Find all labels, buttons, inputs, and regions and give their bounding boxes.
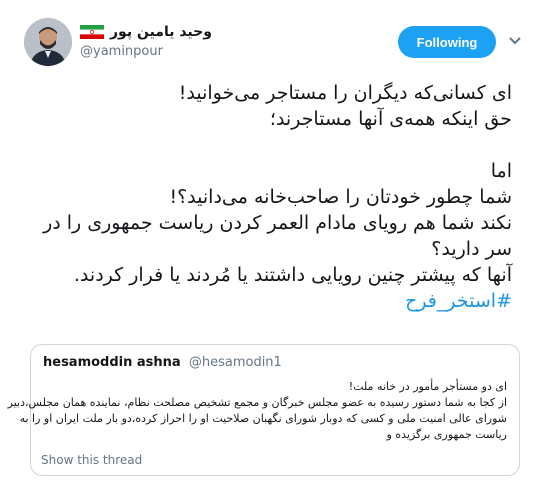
author-name-line: وحید یامین پور (80, 22, 212, 42)
tweet-text: ای کسانی‌که دیگران را مستاجر می‌خوانید! … (22, 80, 512, 314)
chevron-down-icon[interactable] (508, 36, 522, 46)
tweet-line: آنها که پیشتر چنین رویایی داشتند یا مُرد… (73, 264, 512, 286)
quoted-line: از کجا به شما دستور رسیده به عضو مجلس خب… (7, 396, 507, 409)
quoted-tweet-card[interactable]: hesamoddin ashna @hesamodin1 ای دو مستأج… (7, 344, 520, 476)
quoted-tweet-text: ای دو مستأجر مأمور در خانه ملت! از کجا ب… (7, 379, 507, 443)
tweet-line: شما چطور خودتان را صاحب‌خانه می‌دانید؟! (169, 186, 512, 208)
quoted-tweet-header: hesamoddin ashna @hesamodin1 (43, 355, 282, 370)
iran-flag-icon (80, 25, 104, 39)
author-handle[interactable]: @yaminpour (80, 44, 163, 59)
following-button[interactable]: Following (398, 26, 496, 58)
tweet-line: نکند شما هم رویای مادام العمر کردن ریاست… (43, 212, 512, 234)
quoted-line: ای دو مستأجر مأمور در خانه ملت! (348, 380, 507, 393)
tweet-header: وحید یامین پور @yaminpour Following (0, 0, 550, 80)
tweet-line: سر دارید؟ (431, 238, 512, 260)
quoted-line: شورای عالی امنیت ملی و کسی که دوبار شورا… (19, 412, 507, 425)
quoted-line: ریاست جمهوری برگزیده و (386, 428, 507, 441)
tweet-line: حق اینکه همه‌ی آنها مستاجرند؛ (269, 108, 512, 130)
tweet-line: اما (490, 160, 512, 182)
avatar-portrait (24, 18, 72, 66)
author-avatar[interactable] (24, 18, 72, 66)
show-thread-link[interactable]: Show this thread (41, 453, 142, 467)
quoted-author-name: hesamoddin ashna (43, 355, 181, 370)
hashtag-link[interactable]: #استخر_فرح (22, 288, 512, 314)
quoted-author-handle: @hesamodin1 (188, 355, 282, 370)
tweet-line: ای کسانی‌که دیگران را مستاجر می‌خوانید! (178, 82, 512, 104)
author-display-name[interactable]: وحید یامین پور (110, 24, 212, 40)
